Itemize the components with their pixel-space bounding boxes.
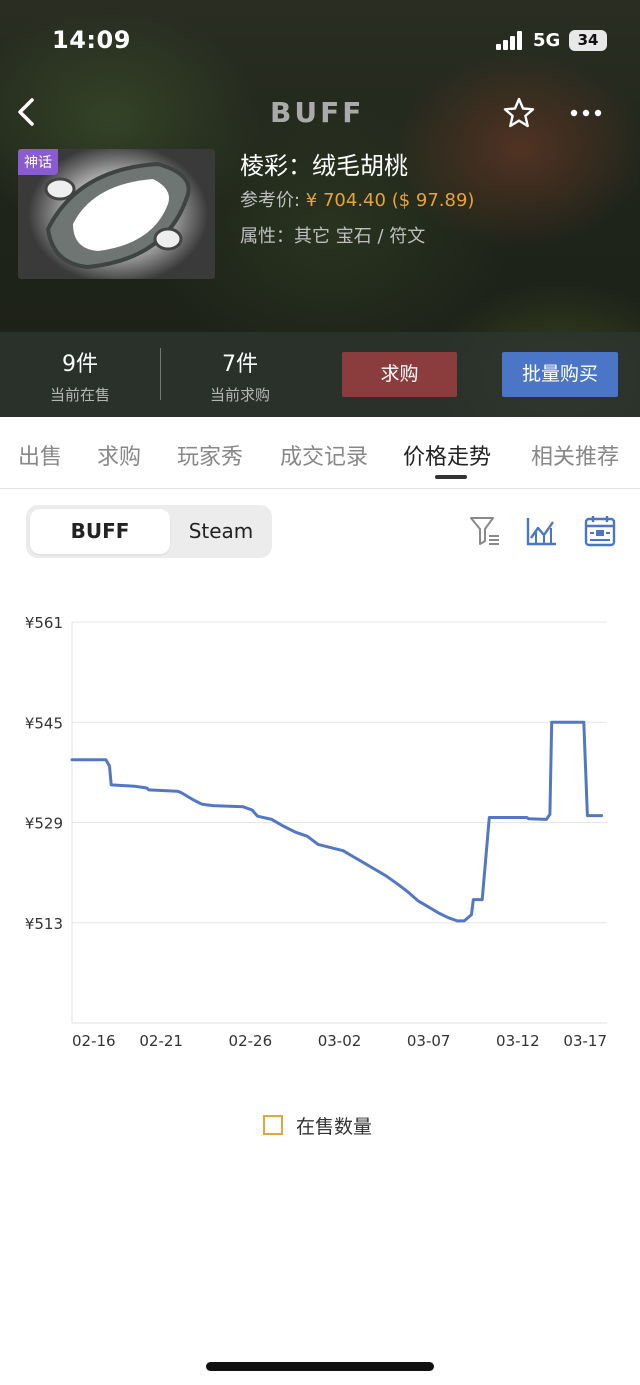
price-usd: ($ 97.89) [391, 190, 475, 211]
network-type: 5G [533, 30, 561, 51]
price-chart: ¥561 ¥545 ¥529 ¥513 02-16 02-21 02-26 03-02 03-0… [0, 600, 640, 1070]
tab-player-show[interactable]: 玩家秀 [177, 439, 243, 471]
status-bar: 14:09 5G 34 [0, 0, 640, 80]
buy-order-count: 7件 [222, 352, 258, 377]
x-tick-label: 03-17 [563, 1032, 607, 1050]
market-toggle: BUFF Steam [26, 505, 272, 558]
stats-bar: 9件 当前在售 7件 当前求购 求购 批量购买 [0, 332, 640, 417]
reference-price: 参考价: ¥ 704.40 ($ 97.89) [240, 186, 474, 212]
y-tick-label: ¥545 [25, 714, 63, 732]
toggle-steam[interactable]: Steam [174, 509, 268, 554]
calendar-icon[interactable] [583, 514, 617, 548]
status-time: 14:09 [52, 26, 131, 54]
brand-logo: BUFF [270, 96, 365, 129]
legend-label: 在售数量 [296, 1115, 373, 1138]
want-buy-button[interactable]: 求购 [342, 352, 457, 397]
price-chart-svg: ¥561 ¥545 ¥529 ¥513 02-16 02-21 02-26 03-02 03-0… [25, 614, 607, 1050]
x-tick-label: 02-16 [72, 1032, 116, 1050]
on-sale-stat[interactable]: 9件 当前在售 [10, 346, 150, 405]
more-options-icon[interactable] [568, 96, 604, 130]
tab-trade-history[interactable]: 成交记录 [280, 439, 368, 471]
on-sale-count: 9件 [62, 352, 98, 377]
item-image: 神话 [18, 149, 215, 279]
item-title: 棱彩：绒毛胡桃 [240, 152, 408, 180]
price-cny: ¥ 704.40 [305, 190, 386, 211]
x-tick-label: 02-26 [229, 1032, 273, 1050]
bulk-buy-button[interactable]: 批量购买 [502, 352, 618, 397]
x-tick-label: 03-12 [496, 1032, 540, 1050]
x-tick-label: 03-02 [318, 1032, 362, 1050]
y-tick-label: ¥529 [25, 815, 63, 833]
chart-legend[interactable]: 在售数量 [263, 1112, 372, 1138]
y-tick-label: ¥561 [25, 614, 63, 632]
tab-sell[interactable]: 出售 [18, 439, 62, 471]
back-arrow-icon[interactable] [12, 94, 42, 130]
toggle-buff[interactable]: BUFF [30, 509, 170, 554]
x-tick-label: 02-21 [139, 1032, 183, 1050]
tab-buy-orders[interactable]: 求购 [97, 439, 141, 471]
tab-related[interactable]: 相关推荐 [531, 439, 619, 471]
stats-divider [160, 348, 161, 400]
line-chart-icon[interactable] [525, 514, 559, 548]
top-nav: BUFF [0, 88, 640, 138]
tab-bar: 出售 求购 玩家秀 成交记录 价格走势 相关推荐 [0, 417, 640, 489]
favorite-star-icon[interactable] [502, 96, 536, 130]
rarity-badge: 神话 [18, 149, 58, 175]
filter-icon[interactable] [468, 514, 502, 548]
x-tick-label: 03-07 [407, 1032, 451, 1050]
price-label: 参考价: [240, 190, 306, 211]
buy-order-stat[interactable]: 7件 当前求购 [170, 346, 310, 405]
buy-order-label: 当前求购 [209, 386, 270, 404]
legend-swatch [263, 1115, 283, 1135]
active-tab-indicator [435, 475, 467, 479]
price-series-line [70, 720, 604, 923]
battery-icon: 34 [569, 30, 607, 51]
home-indicator [206, 1362, 434, 1371]
y-tick-label: ¥513 [25, 915, 63, 933]
tab-price-trend[interactable]: 价格走势 [403, 439, 491, 471]
item-hero: 14:09 5G 34 BUFF 神话 棱彩：绒毛胡桃 参考价: ¥ 704.4… [0, 0, 640, 417]
on-sale-label: 当前在售 [49, 386, 110, 404]
cellular-signal-icon [496, 30, 522, 50]
item-attributes: 属性：其它 宝石 / 符文 [240, 226, 426, 247]
